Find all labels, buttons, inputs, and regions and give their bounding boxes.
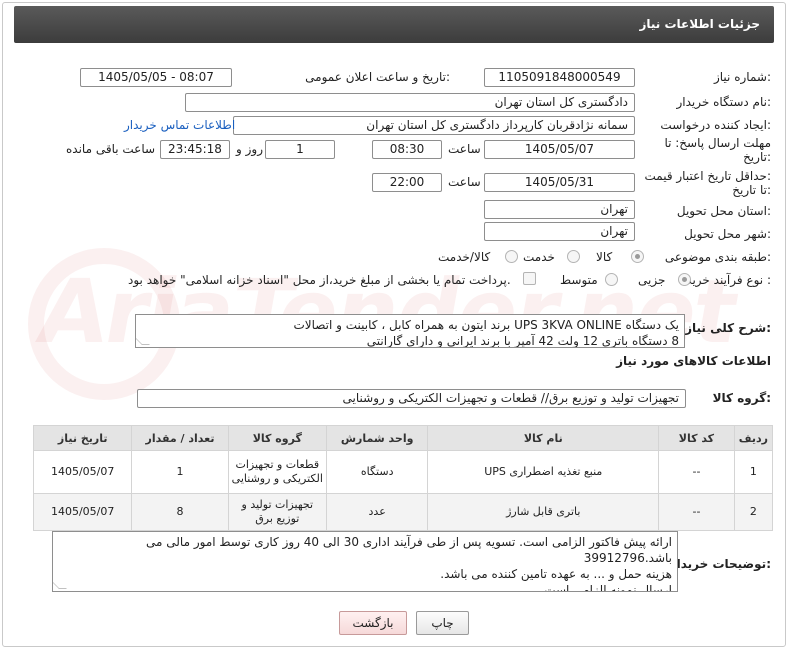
need-number-field: 1105091848000549 bbox=[484, 68, 635, 87]
purchase-type-radio-minor[interactable] bbox=[678, 273, 691, 286]
buyer-notes-line-3: ارسال نمونه الزامی است bbox=[544, 583, 672, 592]
deadline-label-2: تاریخ: bbox=[743, 150, 771, 164]
deadline-days-field: 1 bbox=[265, 140, 335, 159]
city-label: شهر محل تحویل: bbox=[684, 227, 771, 241]
province-label: استان محل تحویل: bbox=[676, 204, 771, 218]
purchase-type-radio-medium[interactable] bbox=[605, 273, 618, 286]
category-option-service: خدمت bbox=[523, 250, 555, 264]
buyer-org-label: نام دستگاه خریدار: bbox=[676, 95, 772, 109]
col-header-name: نام کالا bbox=[427, 425, 660, 451]
price-validity-label: حداقل تاریخ اعتبار قیمت: bbox=[644, 169, 771, 183]
category-label: طبقه بندی موضوعی: bbox=[664, 250, 771, 264]
summary-textarea: یک دستگاه UPS 3KVA ONLINE برند ایتون به … bbox=[135, 314, 685, 348]
buyer-contact-link[interactable]: اطلاعات تماس خریدار bbox=[124, 118, 235, 132]
col-header-group: گروه کالا bbox=[227, 425, 327, 451]
deadline-days-label: روز و bbox=[236, 142, 263, 156]
goods-group-label: گروه کالا: bbox=[712, 391, 771, 405]
print-button[interactable]: چاپ bbox=[416, 611, 469, 635]
summary-label: شرح کلی نیاز: bbox=[685, 321, 771, 335]
cell-code: -- bbox=[658, 450, 735, 494]
announce-datetime-label: تاریخ و ساعت اعلان عمومی: bbox=[305, 70, 450, 84]
cell-name: باتری قابل شارژ bbox=[427, 493, 660, 531]
summary-line-2: 8 دستگاه باتری 12 ولت 42 آمپر با برند ای… bbox=[366, 334, 679, 348]
back-button[interactable]: بازگشت bbox=[339, 611, 407, 635]
deadline-time-field: 08:30 bbox=[372, 140, 442, 159]
cell-qty: 8 bbox=[131, 493, 229, 531]
announce-datetime-field: 1405/05/05 - 08:07 bbox=[80, 68, 232, 87]
category-radio-service[interactable] bbox=[567, 250, 580, 263]
category-radio-goods-service[interactable] bbox=[505, 250, 518, 263]
purchase-type-option-minor: جزیی bbox=[638, 273, 666, 287]
table-header-row: ردیف کد کالا نام کالا واحد شمارش گروه کا… bbox=[32, 425, 774, 451]
items-table: ردیف کد کالا نام کالا واحد شمارش گروه کا… bbox=[32, 425, 774, 531]
remaining-time-label: ساعت باقی مانده bbox=[66, 142, 156, 156]
col-header-index: ردیف bbox=[733, 425, 774, 451]
cell-name: منبع تغذیه اضطراری UPS bbox=[427, 450, 660, 494]
treasury-payment-note: پرداخت تمام یا بخشی از مبلغ خرید،از محل … bbox=[128, 273, 511, 287]
purchase-type-option-medium: متوسط bbox=[560, 273, 598, 287]
category-option-goods-service: کالا/خدمت bbox=[438, 250, 491, 264]
buyer-notes-line-2: هزینه حمل و ... به عهده تامین کننده می ب… bbox=[440, 567, 672, 581]
table-row: 1 -- منبع تغذیه اضطراری UPS دستگاه قطعات… bbox=[32, 450, 774, 494]
province-field: تهران bbox=[484, 200, 635, 219]
items-section-title: اطلاعات کالاهای مورد نیاز bbox=[616, 354, 771, 368]
title-bar: جزئیات اطلاعات نیاز bbox=[14, 6, 774, 43]
price-validity-time-field: 22:00 bbox=[372, 173, 442, 192]
buyer-notes-line-1: ارائه پیش فاکتور الزامی است. تسویه پس از… bbox=[146, 535, 672, 565]
cell-date: 1405/05/07 bbox=[32, 493, 133, 531]
price-validity-date-field: 1405/05/31 bbox=[484, 173, 635, 192]
price-validity-time-label: ساعت bbox=[448, 175, 481, 189]
purchase-type-label: نوع فرآیند خرید : bbox=[686, 273, 771, 287]
goods-group-field: تجهیزات تولید و توزیع برق// قطعات و تجهی… bbox=[137, 389, 686, 408]
deadline-date-field: 1405/05/07 bbox=[484, 140, 635, 159]
cell-group: قطعات و تجهیزات الکتریکی و روشنایی bbox=[227, 450, 327, 494]
creator-label: ایجاد کننده درخواست: bbox=[660, 118, 771, 132]
table-row: 2 -- باتری قابل شارژ عدد تجهیزات تولید و… bbox=[32, 493, 774, 531]
cell-group: تجهیزات تولید و توزیع برق bbox=[227, 493, 327, 531]
cell-qty: 1 bbox=[131, 450, 229, 494]
cell-unit: عدد bbox=[325, 493, 429, 531]
col-header-code: کد کالا bbox=[658, 425, 735, 451]
city-field: تهران bbox=[484, 222, 635, 241]
price-validity-label-2: تا تاریخ: bbox=[732, 183, 771, 197]
cell-date: 1405/05/07 bbox=[32, 450, 133, 494]
cell-unit: دستگاه bbox=[325, 450, 429, 494]
cell-index: 2 bbox=[733, 493, 774, 531]
buyer-notes-textarea: ارائه پیش فاکتور الزامی است. تسویه پس از… bbox=[52, 531, 678, 592]
cell-index: 1 bbox=[733, 450, 774, 494]
buyer-org-field: دادگستری کل استان تهران bbox=[185, 93, 635, 112]
col-header-unit: واحد شمارش bbox=[325, 425, 429, 451]
page-title: جزئیات اطلاعات نیاز bbox=[639, 17, 760, 31]
need-number-label: شماره نیاز: bbox=[713, 70, 771, 84]
deadline-label: مهلت ارسال پاسخ: تا bbox=[664, 136, 771, 150]
remaining-time-field: 23:45:18 bbox=[160, 140, 230, 159]
creator-field: سمانه نژادقربان کارپرداز دادگستری کل است… bbox=[233, 116, 635, 135]
summary-line-1: یک دستگاه UPS 3KVA ONLINE برند ایتون به … bbox=[293, 318, 679, 332]
col-header-date: تاریخ نیاز bbox=[32, 425, 133, 451]
category-option-goods: کالا bbox=[596, 250, 613, 264]
col-header-qty: تعداد / مقدار bbox=[131, 425, 229, 451]
category-radio-goods[interactable] bbox=[631, 250, 644, 263]
treasury-payment-checkbox[interactable] bbox=[523, 272, 536, 285]
cell-code: -- bbox=[658, 493, 735, 531]
deadline-time-label: ساعت bbox=[448, 142, 481, 156]
buyer-notes-label: توضیحات خریدار: bbox=[669, 557, 771, 571]
